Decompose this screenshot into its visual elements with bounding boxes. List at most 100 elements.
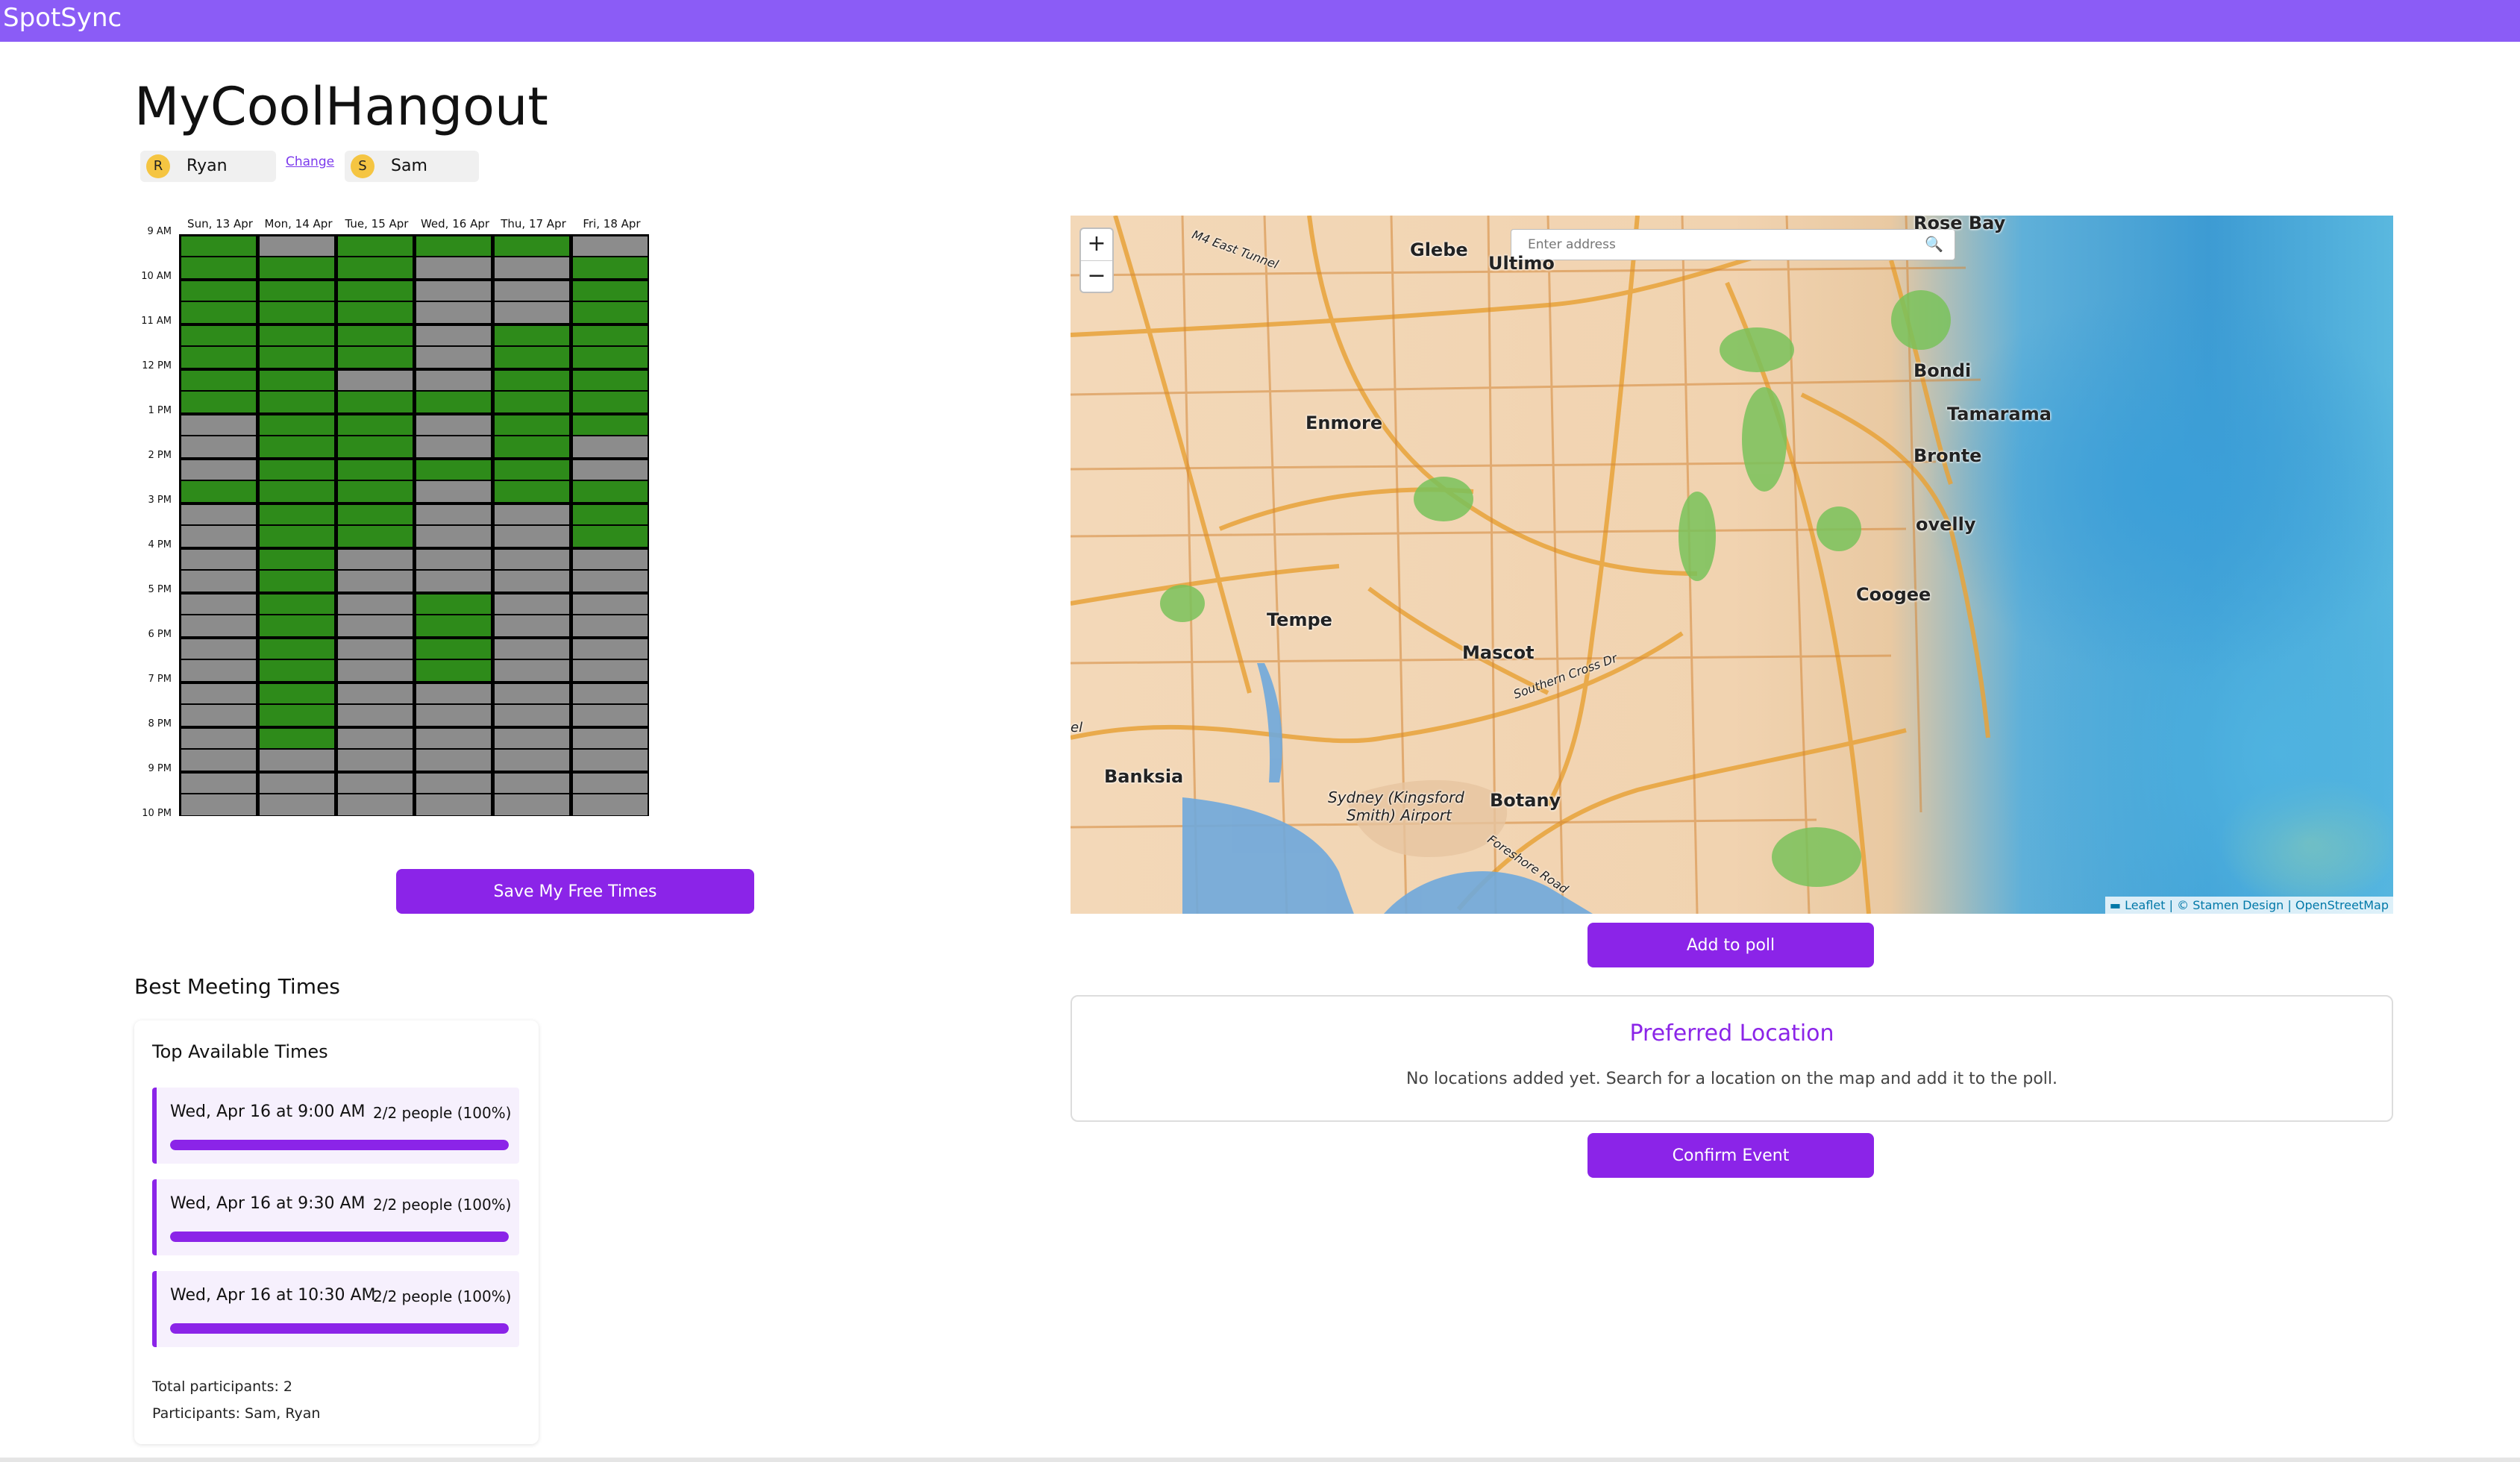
time-slot-cell[interactable] — [260, 794, 334, 815]
time-slot-cell[interactable] — [495, 615, 569, 636]
time-slot-cell[interactable] — [573, 257, 648, 278]
time-slot-cell[interactable] — [495, 639, 569, 659]
map-attribution[interactable]: ▬ Leaflet | © Stamen Design | OpenStreet… — [2104, 897, 2393, 914]
time-slot-cell[interactable] — [338, 281, 413, 301]
time-slot-cell[interactable] — [181, 505, 256, 524]
time-slot-cell[interactable] — [181, 794, 256, 815]
time-slot-cell[interactable] — [416, 571, 491, 592]
time-slot-cell[interactable] — [495, 594, 569, 614]
time-slot-cell[interactable] — [181, 481, 256, 502]
time-slot-cell[interactable] — [573, 347, 648, 368]
time-slot-cell[interactable] — [181, 660, 256, 681]
time-slot-item[interactable]: Wed, Apr 16 at 9:00 AM 2/2 people (100%) — [152, 1088, 519, 1164]
time-slot-cell[interactable] — [495, 729, 569, 748]
time-slot-cell[interactable] — [181, 684, 256, 703]
time-slot-cell[interactable] — [416, 774, 491, 793]
user-chip-ryan[interactable]: R Ryan — [140, 151, 276, 182]
time-slot-cell[interactable] — [416, 705, 491, 726]
user-chip-sam[interactable]: S Sam — [345, 151, 479, 182]
time-slot-cell[interactable] — [495, 236, 569, 256]
time-slot-cell[interactable] — [495, 347, 569, 368]
time-slot-cell[interactable] — [416, 594, 491, 614]
time-slot-cell[interactable] — [181, 347, 256, 368]
time-slot-cell[interactable] — [181, 460, 256, 480]
time-slot-cell[interactable] — [573, 371, 648, 390]
time-slot-cell[interactable] — [495, 660, 569, 681]
time-slot-cell[interactable] — [181, 257, 256, 278]
time-slot-cell[interactable] — [181, 392, 256, 412]
time-slot-cell[interactable] — [495, 705, 569, 726]
time-slot-cell[interactable] — [260, 705, 334, 726]
time-slot-cell[interactable] — [495, 326, 569, 345]
search-icon[interactable]: 🔍 — [1925, 235, 1943, 253]
time-slot-cell[interactable] — [260, 594, 334, 614]
time-slot-cell[interactable] — [495, 460, 569, 480]
time-slot-cell[interactable] — [260, 660, 334, 681]
time-slot-cell[interactable] — [181, 236, 256, 256]
time-slot-cell[interactable] — [416, 281, 491, 301]
time-slot-cell[interactable] — [573, 615, 648, 636]
time-slot-cell[interactable] — [495, 392, 569, 412]
time-slot-cell[interactable] — [181, 594, 256, 614]
availability-grid[interactable] — [179, 234, 649, 816]
change-user-link[interactable]: Change — [286, 154, 334, 169]
time-slot-cell[interactable] — [495, 415, 569, 435]
time-slot-cell[interactable] — [495, 750, 569, 771]
time-slot-cell[interactable] — [260, 615, 334, 636]
time-slot-cell[interactable] — [495, 481, 569, 502]
app-logo[interactable]: SpotSync — [3, 3, 122, 33]
time-slot-cell[interactable] — [495, 505, 569, 524]
time-slot-cell[interactable] — [260, 684, 334, 703]
time-slot-cell[interactable] — [495, 257, 569, 278]
time-slot-cell[interactable] — [495, 281, 569, 301]
time-slot-item[interactable]: Wed, Apr 16 at 9:30 AM 2/2 people (100%) — [152, 1179, 519, 1255]
time-slot-cell[interactable] — [338, 774, 413, 793]
time-slot-cell[interactable] — [573, 392, 648, 412]
time-slot-cell[interactable] — [416, 550, 491, 569]
time-slot-cell[interactable] — [181, 302, 256, 323]
time-slot-cell[interactable] — [573, 460, 648, 480]
confirm-event-button[interactable]: Confirm Event — [1587, 1133, 1874, 1178]
zoom-in-button[interactable]: + — [1081, 229, 1112, 261]
time-slot-cell[interactable] — [260, 257, 334, 278]
time-slot-cell[interactable] — [573, 436, 648, 457]
time-slot-cell[interactable] — [260, 481, 334, 502]
time-slot-cell[interactable] — [260, 302, 334, 323]
time-slot-cell[interactable] — [260, 460, 334, 480]
time-slot-cell[interactable] — [260, 729, 334, 748]
time-slot-cell[interactable] — [260, 550, 334, 569]
time-slot-cell[interactable] — [181, 326, 256, 345]
time-slot-cell[interactable] — [338, 526, 413, 547]
time-slot-cell[interactable] — [573, 571, 648, 592]
time-slot-cell[interactable] — [573, 750, 648, 771]
time-slot-cell[interactable] — [260, 639, 334, 659]
time-slot-cell[interactable] — [495, 526, 569, 547]
time-slot-cell[interactable] — [181, 750, 256, 771]
time-slot-cell[interactable] — [573, 684, 648, 703]
time-slot-cell[interactable] — [573, 481, 648, 502]
map-view[interactable]: + − 🔍 Rose Bay Glebe Ultimo Bondi Tamara… — [1071, 216, 2393, 914]
time-slot-cell[interactable] — [573, 281, 648, 301]
time-slot-cell[interactable] — [416, 436, 491, 457]
time-slot-cell[interactable] — [416, 505, 491, 524]
time-slot-cell[interactable] — [181, 571, 256, 592]
time-slot-cell[interactable] — [181, 774, 256, 793]
time-slot-cell[interactable] — [181, 526, 256, 547]
time-slot-cell[interactable] — [181, 415, 256, 435]
time-slot-cell[interactable] — [338, 705, 413, 726]
time-slot-cell[interactable] — [338, 415, 413, 435]
time-slot-cell[interactable] — [181, 550, 256, 569]
time-slot-cell[interactable] — [338, 794, 413, 815]
time-slot-cell[interactable] — [181, 281, 256, 301]
time-slot-cell[interactable] — [338, 460, 413, 480]
time-slot-cell[interactable] — [573, 505, 648, 524]
time-slot-cell[interactable] — [338, 371, 413, 390]
time-slot-cell[interactable] — [573, 415, 648, 435]
time-slot-cell[interactable] — [338, 750, 413, 771]
time-slot-cell[interactable] — [338, 347, 413, 368]
time-slot-cell[interactable] — [260, 392, 334, 412]
time-slot-item[interactable]: Wed, Apr 16 at 10:30 AM 2/2 people (100%… — [152, 1271, 519, 1347]
time-slot-cell[interactable] — [495, 794, 569, 815]
time-slot-cell[interactable] — [416, 750, 491, 771]
time-slot-cell[interactable] — [416, 526, 491, 547]
